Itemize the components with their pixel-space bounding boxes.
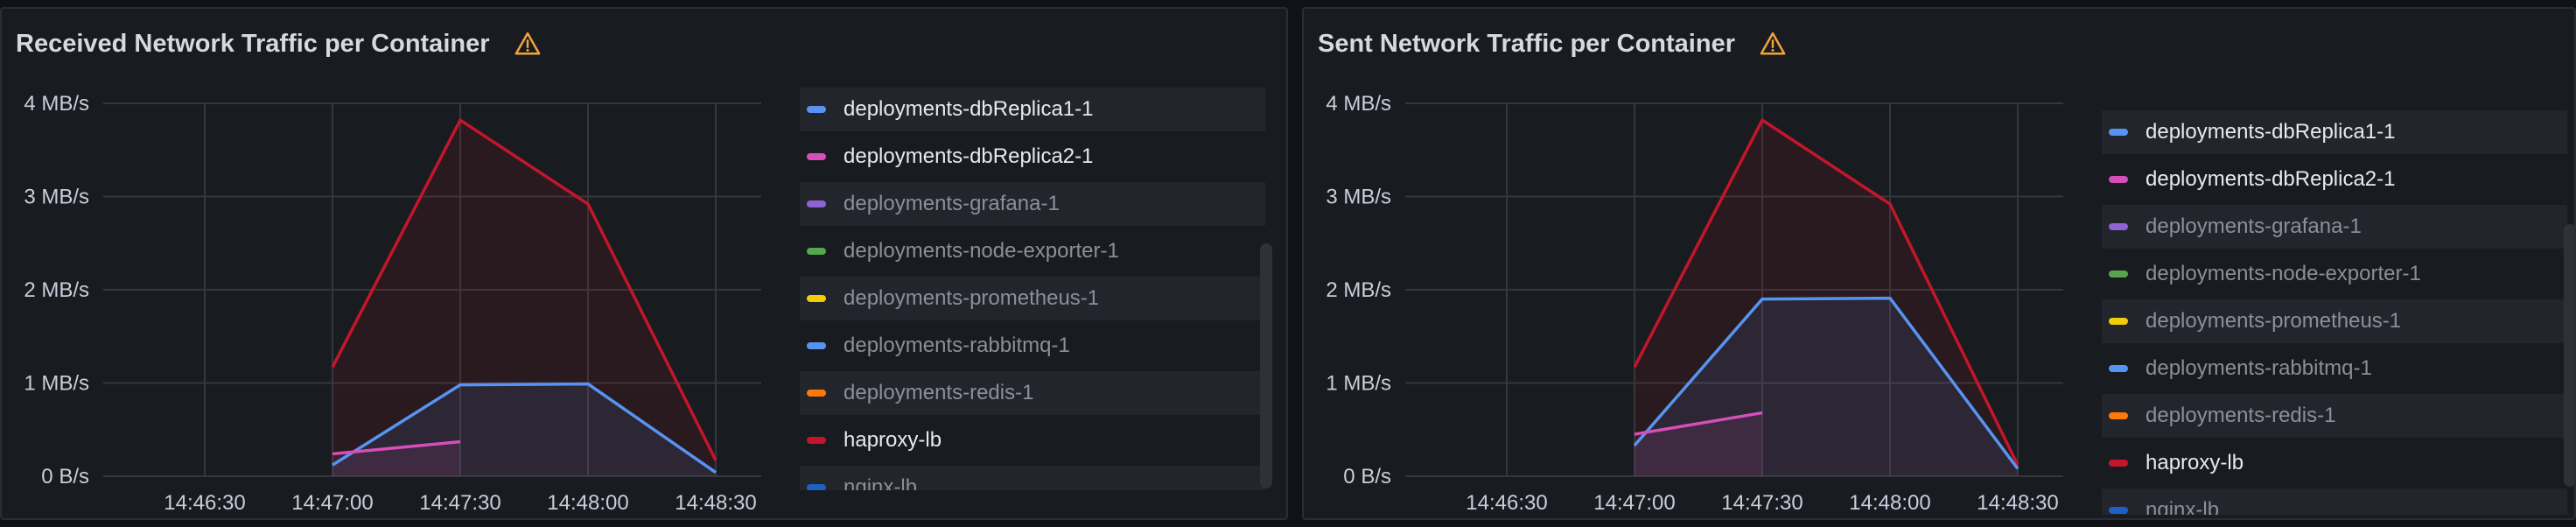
legend-swatch <box>807 295 826 302</box>
legend-scrollbar[interactable] <box>1260 243 1272 488</box>
legend-swatch <box>2109 460 2128 467</box>
legend-item[interactable]: deployments-redis-1 <box>2102 394 2567 438</box>
received-traffic-chart[interactable]: 4 MB/s 3 MB/s 2 MB/s 1 MB/s 0 B/s 14:46:30 14:… <box>2 9 789 520</box>
legend-label: deployments-redis-1 <box>2146 404 2336 427</box>
legend-swatch <box>807 106 826 113</box>
legend-item[interactable]: deployments-node-exporter-1 <box>800 229 1265 273</box>
legend-swatch <box>2109 318 2128 325</box>
legend-item[interactable]: deployments-rabbitmq-1 <box>2102 347 2567 390</box>
y-tick-label: 3 MB/s <box>1326 186 1391 209</box>
legend-item[interactable]: haproxy-lb <box>800 418 1265 462</box>
x-tick-label: 14:47:30 <box>419 491 500 515</box>
legend-item[interactable]: deployments-grafana-1 <box>2102 205 2567 249</box>
x-tick-label: 14:46:30 <box>1466 491 1547 515</box>
legend-item[interactable]: deployments-dbReplica1-1 <box>2102 110 2567 154</box>
x-tick-label: 14:47:00 <box>291 491 373 515</box>
legend-label: deployments-dbReplica2-1 <box>844 144 1094 168</box>
legend-swatch <box>2109 176 2128 183</box>
y-tick-label: 4 MB/s <box>24 92 89 116</box>
legend-label: haproxy-lb <box>2146 451 2244 474</box>
y-tick-label: 1 MB/s <box>24 372 89 396</box>
legend-item[interactable]: deployments-node-exporter-1 <box>2102 252 2567 296</box>
legend-item[interactable]: deployments-dbReplica2-1 <box>2102 158 2567 201</box>
legend-swatch <box>807 484 826 490</box>
legend-swatch <box>2109 129 2128 136</box>
y-tick-label: 1 MB/s <box>1326 372 1391 396</box>
y-tick-label: 3 MB/s <box>24 186 89 209</box>
legend-swatch <box>807 248 826 255</box>
legend-label: deployments-redis-1 <box>844 381 1034 404</box>
legend-label: deployments-node-exporter-1 <box>2146 262 2421 285</box>
legend-label: deployments-dbReplica2-1 <box>2146 167 2396 191</box>
x-tick-label: 14:47:00 <box>1593 491 1675 515</box>
legend-swatch <box>807 437 826 444</box>
legend-label: deployments-prometheus-1 <box>2146 309 2402 333</box>
legend-item[interactable]: nginx-lb <box>800 466 1265 490</box>
legend-swatch <box>2109 507 2128 514</box>
legend-scrollbar[interactable] <box>2564 224 2574 487</box>
legend-swatch <box>807 200 826 207</box>
sent-traffic-panel: Sent Network Traffic per Container 4 MB/… <box>1302 7 2576 520</box>
legend-item[interactable]: deployments-prometheus-1 <box>2102 299 2567 343</box>
x-tick-label: 14:48:00 <box>1849 491 1930 515</box>
legend-item[interactable]: haproxy-lb <box>2102 441 2567 485</box>
legend-item[interactable]: deployments-redis-1 <box>800 371 1265 415</box>
legend-swatch <box>2109 365 2128 372</box>
y-tick-label: 0 B/s <box>1343 465 1391 488</box>
legend-label: deployments-grafana-1 <box>2146 214 2362 238</box>
legend-item[interactable]: deployments-rabbitmq-1 <box>800 324 1265 368</box>
legend-swatch <box>807 153 826 160</box>
legend-label: deployments-dbReplica1-1 <box>2146 120 2396 144</box>
chart-legend: deployments-dbReplica1-1 deployments-dbRe… <box>800 88 1265 490</box>
y-tick-label: 2 MB/s <box>1326 278 1391 302</box>
y-tick-label: 2 MB/s <box>24 278 89 302</box>
x-tick-label: 14:47:30 <box>1721 491 1802 515</box>
legend-item[interactable]: deployments-grafana-1 <box>800 182 1265 226</box>
legend-label: nginx-lb <box>2146 498 2220 515</box>
y-tick-label: 4 MB/s <box>1326 92 1391 116</box>
legend-swatch <box>2109 271 2128 278</box>
legend-label: haproxy-lb <box>844 428 942 452</box>
legend-swatch <box>807 342 826 349</box>
x-tick-label: 14:48:00 <box>547 491 628 515</box>
legend-item[interactable]: nginx-lb <box>2102 488 2567 515</box>
sent-traffic-chart[interactable]: 4 MB/s 3 MB/s 2 MB/s 1 MB/s 0 B/s 14:46:30 14:… <box>1304 9 2091 520</box>
legend-label: deployments-dbReplica1-1 <box>844 97 1094 121</box>
legend-swatch <box>2109 412 2128 419</box>
received-traffic-panel: Received Network Traffic per Container 4… <box>0 7 1288 520</box>
legend-item[interactable]: deployments-dbReplica1-1 <box>800 88 1265 131</box>
y-tick-label: 0 B/s <box>41 465 89 488</box>
x-tick-label: 14:48:30 <box>1977 491 2058 515</box>
chart-legend: deployments-dbReplica1-1 deployments-dbRe… <box>2102 110 2567 515</box>
legend-swatch <box>2109 223 2128 230</box>
x-tick-label: 14:48:30 <box>675 491 756 515</box>
legend-label: deployments-rabbitmq-1 <box>2146 356 2372 380</box>
legend-item[interactable]: deployments-prometheus-1 <box>800 277 1265 320</box>
legend-label: nginx-lb <box>844 475 918 490</box>
x-tick-label: 14:46:30 <box>164 491 245 515</box>
legend-label: deployments-node-exporter-1 <box>844 239 1119 263</box>
legend-swatch <box>807 390 826 397</box>
legend-label: deployments-rabbitmq-1 <box>844 334 1070 357</box>
legend-item[interactable]: deployments-dbReplica2-1 <box>800 135 1265 179</box>
legend-label: deployments-prometheus-1 <box>844 286 1100 310</box>
legend-label: deployments-grafana-1 <box>844 192 1060 215</box>
